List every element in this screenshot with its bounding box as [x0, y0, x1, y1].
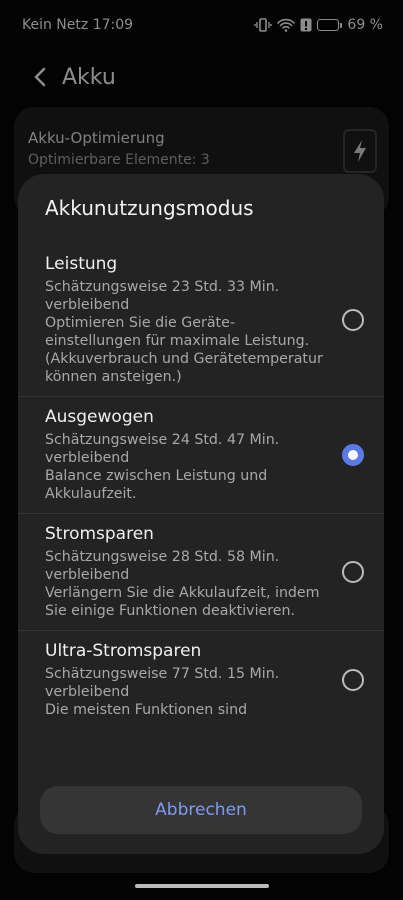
option-estimate: Schätzungsweise 23 Std. 33 Min. verbleib… [45, 279, 280, 313]
option-estimate: Schätzungsweise 77 Std. 15 Min. verbleib… [45, 666, 280, 700]
option-ultra-power-saving[interactable]: Ultra-Stromsparen Schätzungsweise 77 Std… [18, 631, 384, 729]
option-title: Leistung [45, 254, 118, 274]
option-estimate: Schätzungsweise 28 Std. 58 Min. verbleib… [45, 549, 280, 583]
option-performance[interactable]: Leistung Schätzungsweise 23 Std. 33 Min.… [18, 244, 384, 397]
cancel-button[interactable]: Abbrechen [40, 786, 362, 834]
option-description: Verlängern Sie die Akkulaufzeit, indem S… [45, 585, 320, 619]
home-indicator[interactable] [135, 884, 269, 888]
option-title: Ultra-Stromsparen [45, 641, 202, 661]
option-balanced[interactable]: Ausgewogen Schätzungsweise 24 Std. 47 Mi… [18, 397, 384, 514]
option-power-saving[interactable]: Stromsparen Schätzungsweise 28 Std. 58 M… [18, 514, 384, 631]
battery-mode-dialog: Akkunutzungsmodus Leistung Schätzungswei… [18, 174, 384, 854]
option-estimate: Schätzungsweise 24 Std. 47 Min. verbleib… [45, 432, 280, 466]
option-description: Balance zwischen Leistung und Akkulaufze… [45, 468, 268, 502]
radio-button[interactable] [342, 561, 364, 583]
radio-button[interactable] [342, 669, 364, 691]
option-description: Optimieren Sie die Geräte-einstellungen … [45, 315, 323, 385]
screen: Kein Netz 17:09 69 % Akku Akku-Optimieru… [0, 0, 403, 900]
mode-options-list[interactable]: Leistung Schätzungsweise 23 Std. 33 Min.… [18, 244, 384, 768]
option-title: Ausgewogen [45, 407, 154, 427]
option-title: Stromsparen [45, 524, 154, 544]
option-description: Die meisten Funktionen sind [45, 702, 248, 718]
radio-button[interactable] [342, 309, 364, 331]
radio-button-selected[interactable] [342, 444, 364, 466]
dialog-title: Akkunutzungsmodus [45, 196, 254, 220]
